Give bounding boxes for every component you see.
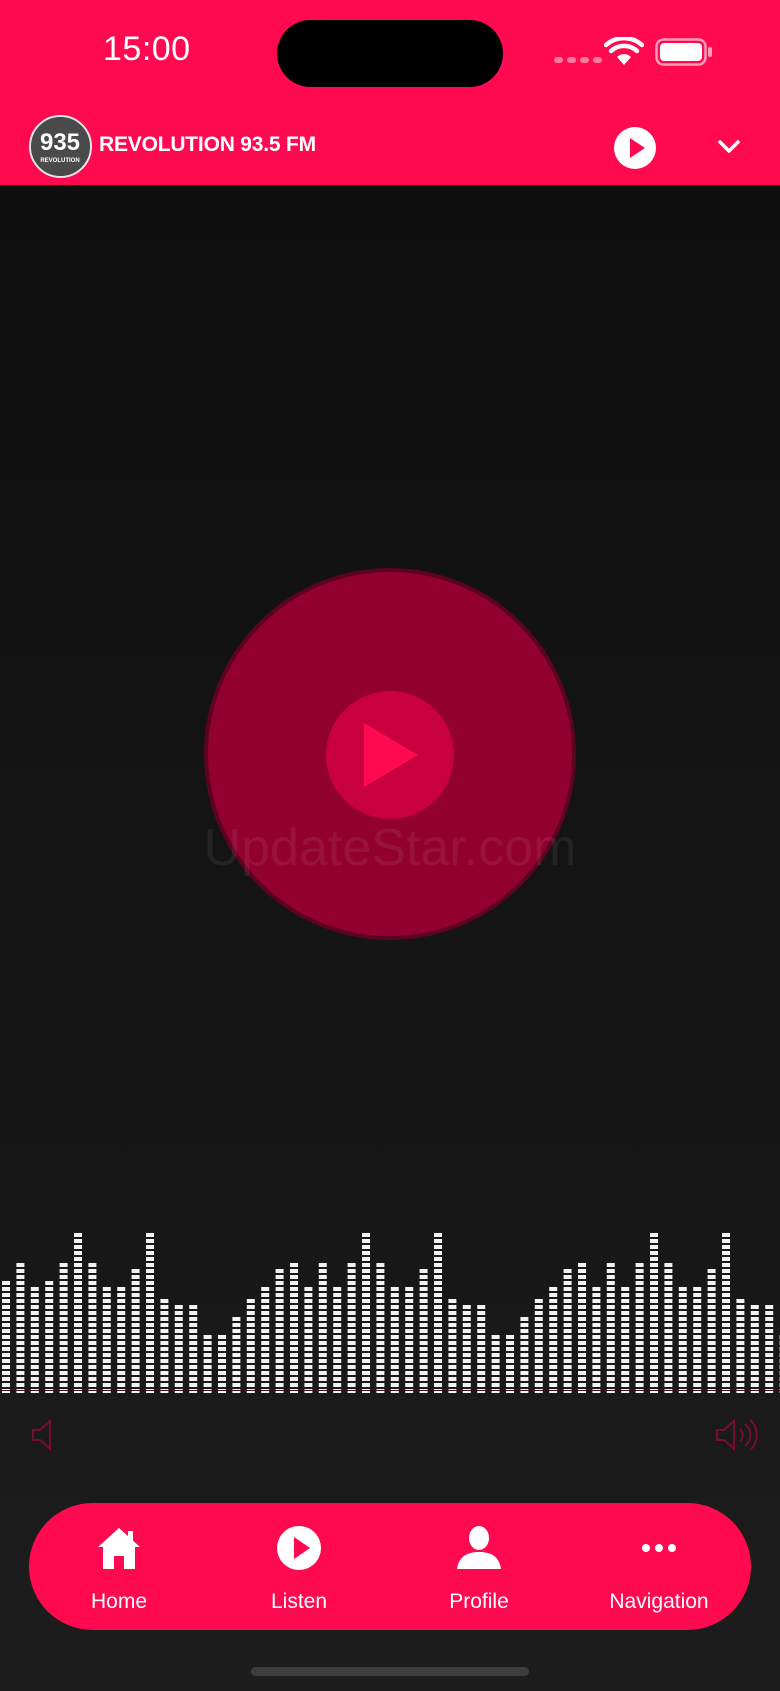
dynamic-island — [277, 20, 503, 87]
visualizer-bar — [765, 1305, 774, 1393]
visualizer-bar — [88, 1263, 97, 1393]
nav-item-profile[interactable]: Profile — [389, 1503, 569, 1630]
visualizer-bar — [189, 1305, 198, 1393]
top-header: 15:00 935 REVOLUTION REVOLUTION 93.5 FM — [0, 0, 780, 185]
visualizer-bar — [664, 1263, 673, 1393]
home-indicator — [251, 1667, 529, 1676]
visualizer-bar — [707, 1269, 716, 1393]
visualizer-bar — [491, 1335, 500, 1393]
visualizer-bar — [750, 1305, 759, 1393]
visualizer-bar — [534, 1299, 543, 1393]
visualizer-bar — [333, 1287, 342, 1393]
visualizer-bar — [218, 1335, 226, 1393]
station-name: REVOLUTION 93.5 FM — [99, 133, 316, 156]
visualizer-bar — [462, 1305, 471, 1393]
station-logo: 935 REVOLUTION — [29, 115, 92, 178]
speaker-high-icon[interactable] — [714, 1418, 758, 1452]
visualizer-bar — [290, 1263, 298, 1393]
wifi-icon — [604, 37, 644, 65]
chevron-down-icon[interactable] — [716, 136, 742, 158]
visualizer-bar — [506, 1335, 514, 1393]
visualizer-bar — [2, 1281, 10, 1393]
visualizer-bar — [693, 1287, 702, 1393]
visualizer-bar — [362, 1233, 370, 1393]
visualizer-bar — [606, 1263, 615, 1393]
visualizer-bar — [45, 1281, 54, 1393]
visualizer-baseline — [0, 1390, 780, 1391]
nav-item-listen[interactable]: Listen — [209, 1503, 389, 1630]
visualizer-bar — [722, 1233, 730, 1393]
visualizer-bar — [246, 1299, 255, 1393]
logo-number: 935 — [40, 129, 80, 156]
play-circle-icon[interactable] — [613, 126, 657, 170]
visualizer-bar — [736, 1299, 745, 1393]
status-time: 15:00 — [103, 30, 191, 68]
speaker-low-icon[interactable] — [30, 1418, 62, 1452]
visualizer-bar — [650, 1233, 658, 1393]
visualizer-bar — [347, 1263, 356, 1393]
nav-label-profile: Profile — [449, 1590, 509, 1613]
nav-label-listen: Listen — [270, 1590, 328, 1613]
user-icon — [457, 1526, 501, 1569]
visualizer-bar — [59, 1263, 68, 1393]
app-screen: 15:00 935 REVOLUTION REVOLUTION 93.5 FM — [0, 0, 780, 1691]
visualizer-bar — [275, 1269, 284, 1393]
visualizer-bar — [434, 1233, 442, 1393]
home-icon — [98, 1528, 140, 1569]
audio-visualizer — [2, 1233, 780, 1393]
visualizer-bar — [477, 1305, 486, 1393]
visualizer-bar — [131, 1269, 140, 1393]
battery-icon — [655, 38, 712, 66]
visualizer-bar — [117, 1287, 126, 1393]
visualizer-bar — [304, 1287, 313, 1393]
bottom-nav: Home Listen Profile Navigation — [29, 1503, 751, 1630]
visualizer-bar — [146, 1233, 154, 1393]
nav-label-navigation: Navigation — [609, 1590, 709, 1613]
visualizer-bar — [74, 1233, 82, 1393]
visualizer-bar — [203, 1335, 212, 1393]
visualizer-bar — [635, 1263, 644, 1393]
logo-subtext: REVOLUTION — [40, 158, 79, 164]
visualizer-bar — [376, 1263, 385, 1393]
visualizer-bar — [102, 1287, 111, 1393]
visualizer-bar — [448, 1299, 457, 1393]
visualizer-bar — [419, 1269, 428, 1393]
visualizer-bar — [549, 1287, 558, 1393]
big-play-button[interactable] — [326, 691, 454, 819]
visualizer-bar — [160, 1299, 169, 1393]
watermark-text: UpdateStar.com — [203, 819, 577, 877]
nav-item-home[interactable]: Home — [29, 1503, 209, 1630]
visualizer-bar — [678, 1287, 687, 1393]
visualizer-bar — [261, 1287, 270, 1393]
visualizer-bar — [232, 1317, 241, 1393]
visualizer-bar — [592, 1287, 601, 1393]
visualizer-bar — [563, 1269, 572, 1393]
visualizer-bar — [578, 1263, 586, 1393]
visualizer-bar — [520, 1317, 529, 1393]
visualizer-bar — [621, 1287, 630, 1393]
visualizer-bar — [16, 1263, 25, 1393]
more-dots-icon — [642, 1544, 676, 1552]
visualizer-bar — [405, 1287, 414, 1393]
visualizer-bar — [390, 1287, 399, 1393]
visualizer-bar — [318, 1263, 327, 1393]
cellular-signal-icon — [554, 57, 602, 63]
visualizer-bar — [174, 1305, 183, 1393]
nav-item-navigation[interactable]: Navigation — [569, 1503, 749, 1630]
play-circle-icon — [277, 1526, 321, 1570]
visualizer-bar — [30, 1287, 39, 1393]
nav-label-home: Home — [90, 1590, 148, 1613]
